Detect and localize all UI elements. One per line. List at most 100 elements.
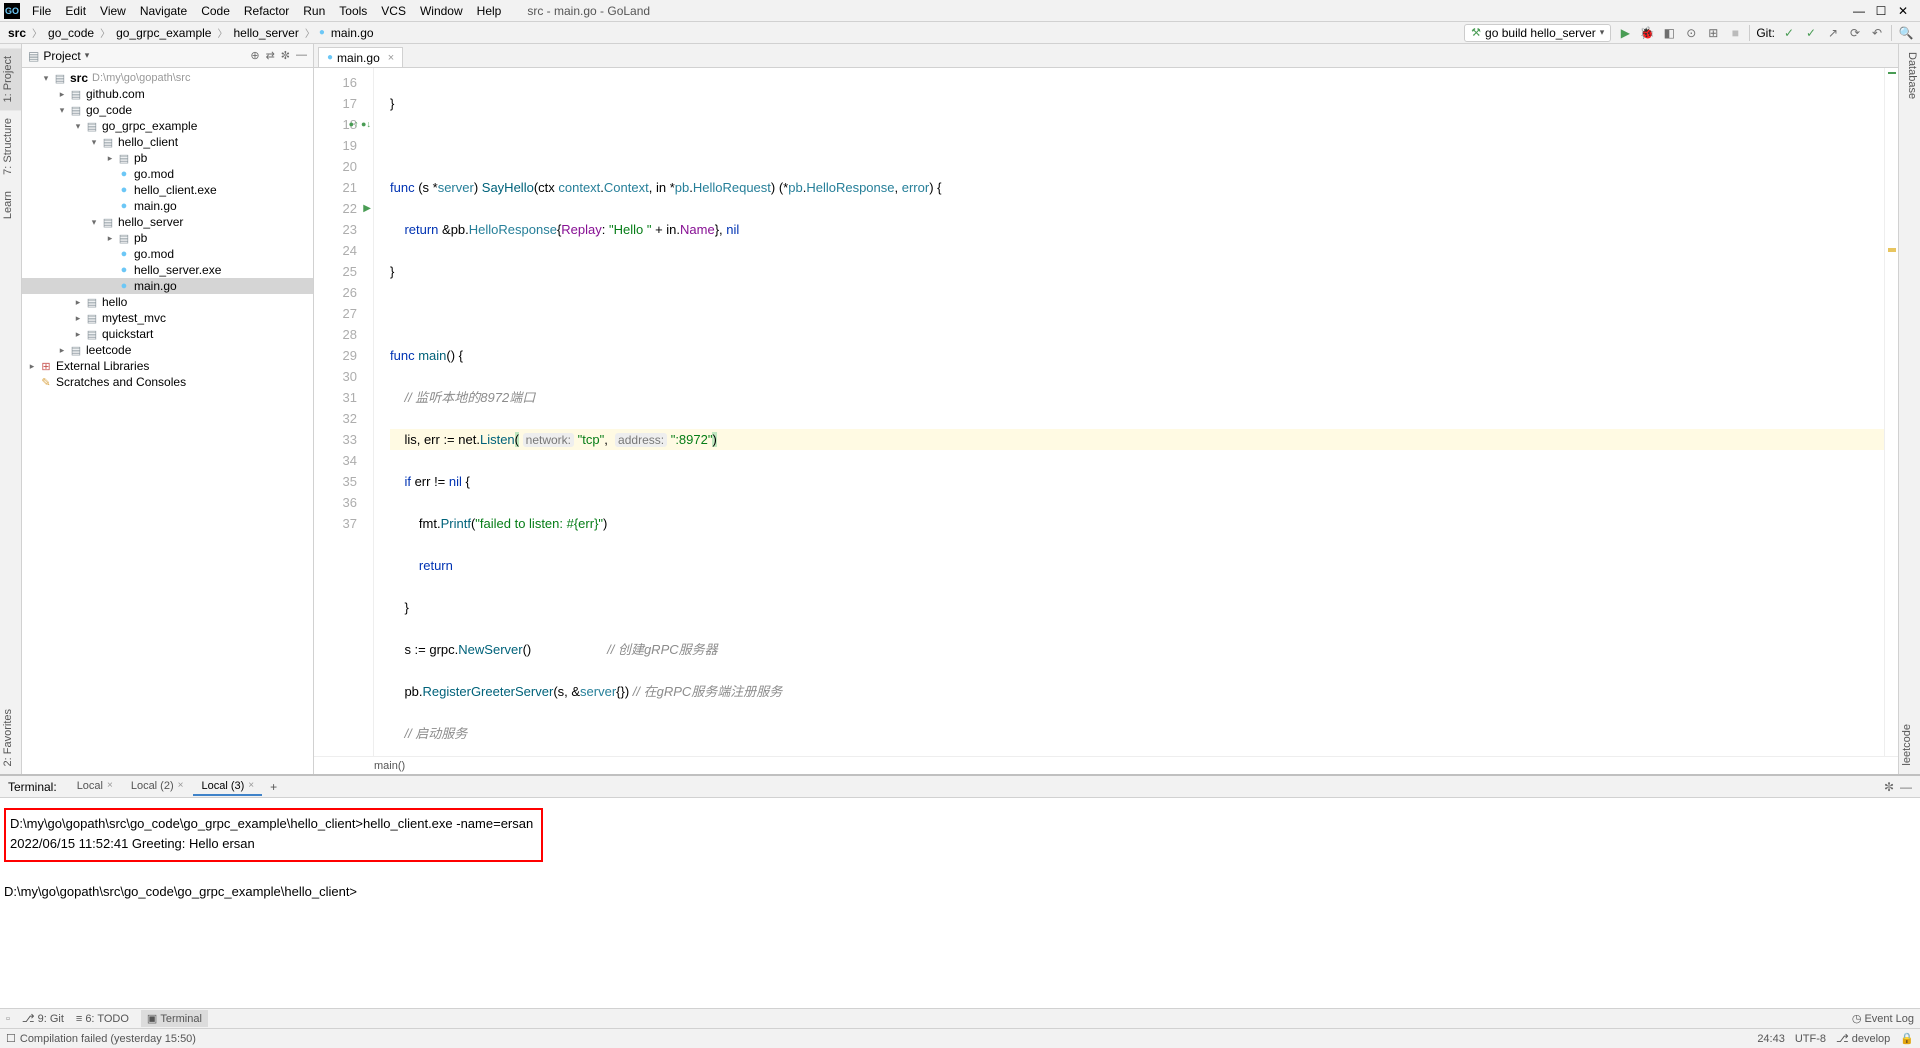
scratches[interactable]: ✎Scratches and Consoles bbox=[22, 374, 313, 390]
minimize-button[interactable]: — bbox=[1852, 4, 1866, 18]
tree-item[interactable]: ▾▤hello_client bbox=[22, 134, 313, 150]
close-icon[interactable]: × bbox=[107, 780, 113, 791]
tree-item[interactable]: ▸▤github.com bbox=[22, 86, 313, 102]
terminal-tab-2[interactable]: Local (3)× bbox=[193, 778, 262, 796]
menu-window[interactable]: Window bbox=[414, 2, 469, 20]
tab-database[interactable]: Database bbox=[1899, 44, 1920, 107]
commit-button[interactable]: ✓ bbox=[1803, 26, 1819, 40]
maximize-button[interactable]: ☐ bbox=[1874, 4, 1888, 18]
menu-code[interactable]: Code bbox=[195, 2, 236, 20]
project-panel: ▤ Project ▾ ⊕ ⇄ ✼ — ▾▤ src D:\my\go\gopa… bbox=[22, 44, 314, 774]
search-button[interactable]: 🔍 bbox=[1898, 26, 1914, 40]
tree-root[interactable]: ▾▤ src D:\my\go\gopath\src bbox=[22, 70, 313, 86]
menu-navigate[interactable]: Navigate bbox=[134, 2, 193, 20]
tab-leetcode[interactable]: leetcode bbox=[1899, 716, 1920, 774]
menu-edit[interactable]: Edit bbox=[59, 2, 92, 20]
tab-terminal[interactable]: ▣Terminal bbox=[141, 1010, 208, 1027]
terminal-hide-button[interactable]: — bbox=[1900, 780, 1912, 794]
crumb-1[interactable]: go_code bbox=[46, 26, 96, 40]
status-icon: ☐ bbox=[6, 1032, 16, 1045]
tree-item[interactable]: ▸▤leetcode bbox=[22, 342, 313, 358]
tree-item[interactable]: ▸▤pb bbox=[22, 150, 313, 166]
menu-run[interactable]: Run bbox=[297, 2, 331, 20]
coverage-button[interactable]: ◧ bbox=[1661, 26, 1677, 40]
project-tree[interactable]: ▾▤ src D:\my\go\gopath\src ▸▤github.com … bbox=[22, 68, 313, 774]
attach-button[interactable]: ⊞ bbox=[1705, 26, 1721, 40]
tab-structure[interactable]: 7: Structure bbox=[0, 110, 21, 183]
tab-eventlog[interactable]: ◷Event Log bbox=[1852, 1012, 1914, 1025]
lock-icon[interactable]: 🔒 bbox=[1900, 1032, 1914, 1045]
tree-item[interactable]: ●go.mod bbox=[22, 246, 313, 262]
caret-position[interactable]: 24:43 bbox=[1757, 1033, 1785, 1045]
close-tab-button[interactable]: × bbox=[388, 52, 394, 64]
menu-view[interactable]: View bbox=[94, 2, 132, 20]
menu-bar: File Edit View Navigate Code Refactor Ru… bbox=[26, 2, 507, 20]
code-content[interactable]: } func (s *server) SayHello(ctx context.… bbox=[374, 68, 1884, 756]
rollback-button[interactable]: ↶ bbox=[1869, 26, 1885, 40]
tree-item[interactable]: ●main.go bbox=[22, 198, 313, 214]
crumb-3[interactable]: hello_server bbox=[231, 26, 300, 40]
tab-learn[interactable]: Learn bbox=[0, 183, 21, 227]
menu-file[interactable]: File bbox=[26, 2, 57, 20]
tree-item[interactable]: ●hello_client.exe bbox=[22, 182, 313, 198]
tab-todo[interactable]: ≡6: TODO bbox=[76, 1013, 129, 1025]
menu-tools[interactable]: Tools bbox=[333, 2, 373, 20]
gutter[interactable]: 16 17 18●↑ ●↓ 19 20 21 22▶ 23 24 25 26 2… bbox=[314, 68, 374, 756]
close-icon[interactable]: × bbox=[248, 780, 254, 791]
editor-overview-ruler[interactable] bbox=[1884, 68, 1898, 756]
update-button[interactable]: ✓ bbox=[1781, 26, 1797, 40]
tree-item[interactable]: ▸▤quickstart bbox=[22, 326, 313, 342]
gutter-marker-icon[interactable]: ●↑ ●↓ bbox=[349, 114, 371, 135]
history-button[interactable]: ⟳ bbox=[1847, 26, 1863, 40]
tab-git[interactable]: ⎇9: Git bbox=[22, 1012, 64, 1025]
terminal-tab-0[interactable]: Local× bbox=[69, 778, 121, 796]
left-tool-strip: 1: Project 7: Structure Learn 2: Favorit… bbox=[0, 44, 22, 774]
hide-button[interactable]: — bbox=[296, 49, 307, 62]
encoding[interactable]: UTF-8 bbox=[1795, 1033, 1826, 1045]
navigation-bar: src〉 go_code〉 go_grpc_example〉 hello_ser… bbox=[0, 22, 1920, 44]
project-header: ▤ Project ▾ ⊕ ⇄ ✼ — bbox=[22, 44, 313, 68]
menu-help[interactable]: Help bbox=[471, 2, 508, 20]
tree-item[interactable]: ▸▤hello bbox=[22, 294, 313, 310]
stop-button[interactable]: ■ bbox=[1727, 26, 1743, 40]
editor-breadcrumb[interactable]: main() bbox=[314, 756, 1898, 774]
tree-item[interactable]: ▾▤go_code bbox=[22, 102, 313, 118]
settings-button[interactable]: ✼ bbox=[281, 49, 290, 62]
tree-item[interactable]: ▸▤pb bbox=[22, 230, 313, 246]
close-icon[interactable]: × bbox=[178, 780, 184, 791]
close-button[interactable]: ✕ bbox=[1896, 4, 1910, 18]
run-config-label: go build hello_server bbox=[1485, 26, 1596, 40]
tree-item[interactable]: ▾▤go_grpc_example bbox=[22, 118, 313, 134]
locate-button[interactable]: ⊕ bbox=[250, 49, 259, 62]
go-file-icon: ● bbox=[327, 52, 333, 63]
vcs-branch[interactable]: ⎇ develop bbox=[1836, 1032, 1890, 1045]
tree-item[interactable]: ▸▤mytest_mvc bbox=[22, 310, 313, 326]
bottom-corner-icon[interactable]: ▫ bbox=[6, 1013, 10, 1025]
terminal-output[interactable]: D:\my\go\gopath\src\go_code\go_grpc_exam… bbox=[0, 798, 1920, 1008]
crumb-src[interactable]: src bbox=[6, 26, 28, 40]
push-button[interactable]: ↗ bbox=[1825, 26, 1841, 40]
breadcrumb: src〉 go_code〉 go_grpc_example〉 hello_ser… bbox=[6, 25, 376, 40]
tree-item-selected[interactable]: ●main.go bbox=[22, 278, 313, 294]
tree-item[interactable]: ●go.mod bbox=[22, 166, 313, 182]
terminal-settings-button[interactable]: ✼ bbox=[1884, 780, 1894, 794]
debug-button[interactable]: 🐞 bbox=[1639, 26, 1655, 40]
editor-body[interactable]: 16 17 18●↑ ●↓ 19 20 21 22▶ 23 24 25 26 2… bbox=[314, 68, 1898, 756]
editor-tab-main[interactable]: ● main.go × bbox=[318, 47, 403, 67]
expand-button[interactable]: ⇄ bbox=[266, 49, 275, 62]
tab-project[interactable]: 1: Project bbox=[0, 48, 21, 110]
menu-refactor[interactable]: Refactor bbox=[238, 2, 295, 20]
crumb-2[interactable]: go_grpc_example bbox=[114, 26, 213, 40]
run-gutter-icon[interactable]: ▶ bbox=[363, 198, 371, 219]
run-button[interactable]: ▶ bbox=[1617, 26, 1633, 40]
profile-button[interactable]: ⊙ bbox=[1683, 26, 1699, 40]
run-configuration-selector[interactable]: ⚒ go build hello_server ▾ bbox=[1464, 24, 1611, 42]
new-terminal-button[interactable]: + bbox=[262, 780, 285, 794]
tree-item[interactable]: ●hello_server.exe bbox=[22, 262, 313, 278]
menu-vcs[interactable]: VCS bbox=[375, 2, 412, 20]
tab-favorites[interactable]: 2: Favorites bbox=[0, 701, 21, 774]
tree-item[interactable]: ▾▤hello_server bbox=[22, 214, 313, 230]
terminal-tab-1[interactable]: Local (2)× bbox=[123, 778, 192, 796]
external-libraries[interactable]: ▸⊞External Libraries bbox=[22, 358, 313, 374]
crumb-file[interactable]: main.go bbox=[329, 26, 376, 40]
